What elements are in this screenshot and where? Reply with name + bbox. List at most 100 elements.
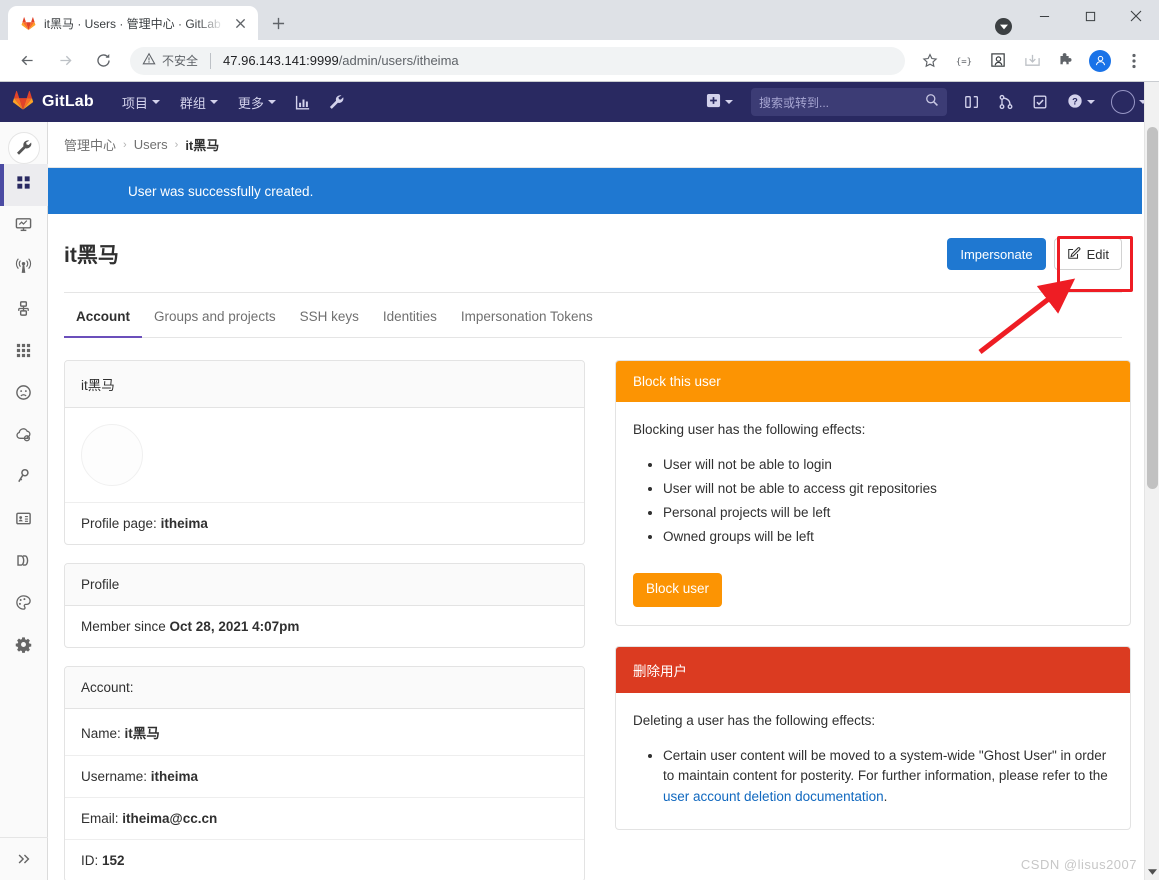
nav-item-groups[interactable]: 群组	[170, 88, 228, 116]
edit-button[interactable]: Edit	[1053, 238, 1122, 270]
breadcrumb-item-current: it黑马	[185, 138, 220, 153]
tab-search-chevron-down-icon[interactable]	[995, 18, 1012, 35]
breadcrumb-item-users[interactable]: Users	[134, 137, 168, 152]
list-item: User will not be able to login	[663, 455, 1113, 476]
admin-wrench-icon[interactable]	[322, 87, 352, 117]
scroll-down-arrow-icon[interactable]	[1148, 867, 1157, 877]
applications-grid-icon	[15, 342, 32, 364]
sidebar-item-abuse-reports[interactable]	[0, 374, 48, 416]
tab-account[interactable]: Account	[64, 295, 142, 338]
account-username-label: Username:	[81, 769, 148, 784]
block-user-panel-header: Block this user	[616, 361, 1130, 402]
issue-board-icon[interactable]	[957, 87, 987, 117]
security-label: 不安全	[162, 54, 199, 68]
user-card-profile-page-row: Profile page: itheima	[65, 503, 584, 544]
maximize-icon[interactable]	[1067, 0, 1113, 32]
profile-page-value[interactable]: itheima	[161, 516, 208, 531]
sidebar-item-appearance[interactable]	[0, 584, 48, 626]
new-tab-button[interactable]	[264, 9, 292, 37]
gitlab-favicon-icon	[20, 15, 36, 31]
account-row-id: ID: 152	[65, 840, 584, 880]
double-chevron-right-icon[interactable]	[0, 838, 48, 880]
breadcrumb-item-admin[interactable]: 管理中心	[64, 135, 116, 154]
omnibox-divider	[210, 52, 212, 69]
sidebar-item-overview[interactable]	[0, 164, 48, 206]
account-email-label: Email:	[81, 811, 119, 826]
account-username-value: itheima	[150, 769, 199, 784]
user-avatar-icon	[1111, 90, 1135, 114]
warning-triangle-icon	[142, 52, 156, 69]
three-dot-menu-icon[interactable]	[1120, 47, 1148, 75]
todo-check-icon[interactable]	[1025, 87, 1055, 117]
sidebar-item-labels[interactable]	[0, 542, 48, 584]
search-input[interactable]: 搜索或转到...	[751, 88, 947, 116]
puzzle-piece-icon[interactable]	[1052, 47, 1080, 75]
new-dropdown-button[interactable]	[696, 88, 743, 116]
chevron-down-icon	[1087, 100, 1095, 104]
user-tabs: Account Groups and projects SSH keys Ide…	[64, 295, 1122, 338]
person-search-icon[interactable]	[984, 47, 1012, 75]
account-card: Account: Name: it黑马 Username: itheima Em…	[64, 666, 585, 880]
nav-item-more[interactable]: 更多	[228, 88, 286, 116]
security-warning[interactable]: 不安全	[142, 52, 198, 69]
gitlab-logo-link[interactable]: GitLab	[12, 89, 94, 116]
activity-chart-icon[interactable]	[288, 87, 318, 117]
user-account-deletion-documentation-link[interactable]: user account deletion documentation	[663, 789, 884, 804]
braces-extension-icon[interactable]: {=}	[950, 47, 978, 75]
page-scrollbar[interactable]	[1144, 82, 1159, 880]
sidebar-item-messages[interactable]	[0, 248, 48, 290]
close-window-icon[interactable]	[1113, 0, 1159, 32]
nav-item-more-label: 更多	[237, 95, 264, 111]
browser-tab[interactable]: it黑马 · Users · 管理中心 · GitLab	[8, 6, 258, 40]
kubernetes-cloud-icon	[15, 426, 32, 448]
user-card: it黑马 Profile page: itheima	[64, 360, 585, 545]
account-id-label: ID:	[81, 853, 99, 868]
main-content: 管理中心 › Users › it黑马 User was successfull…	[48, 122, 1142, 880]
page-scrollbar-thumb[interactable]	[1147, 127, 1158, 489]
sidebar-item-system-hooks[interactable]	[0, 290, 48, 332]
address-bar[interactable]: 不安全 47.96.143.141:9999/admin/users/ithei…	[130, 46, 905, 75]
reload-icon[interactable]	[88, 46, 118, 76]
sidebar-header	[7, 122, 40, 164]
delete-effect-text-before: Certain user content will be moved to a …	[663, 747, 1108, 784]
tab-groups-and-projects[interactable]: Groups and projects	[142, 295, 288, 338]
right-column: Block this user Blocking user has the fo…	[615, 360, 1131, 880]
forward-arrow-icon[interactable]	[50, 46, 80, 76]
delete-user-effects-list: Certain user content will be moved to a …	[633, 746, 1113, 809]
sidebar-item-kubernetes[interactable]	[0, 416, 48, 458]
minimize-icon[interactable]	[1021, 0, 1067, 32]
user-avatar-placeholder-icon	[81, 424, 143, 486]
profile-avatar-icon[interactable]	[1086, 47, 1114, 75]
download-tray-icon[interactable]	[1018, 47, 1046, 75]
member-since-label: Member since	[81, 619, 166, 634]
block-user-button[interactable]: Block user	[633, 572, 723, 607]
tab-close-icon[interactable]	[232, 15, 248, 31]
list-item: Personal projects will be left	[663, 503, 1113, 524]
tab-impersonation-tokens[interactable]: Impersonation Tokens	[449, 295, 605, 338]
tab-title: it黑马 · Users · 管理中心 · GitLab	[44, 16, 221, 31]
sidebar-admin-wrench-icon[interactable]	[7, 132, 40, 164]
plus-square-icon	[706, 93, 721, 111]
window-controls	[1021, 0, 1159, 32]
sidebar-item-service-templates[interactable]	[0, 500, 48, 542]
chevron-down-icon	[209, 100, 218, 104]
tab-ssh-keys[interactable]: SSH keys	[288, 295, 371, 338]
sidebar-item-deploy-keys[interactable]	[0, 458, 48, 500]
sidebar-item-applications[interactable]	[0, 332, 48, 374]
sidebar-item-monitoring[interactable]	[0, 206, 48, 248]
user-menu-button[interactable]	[1111, 90, 1147, 114]
sidebar-item-settings[interactable]	[0, 626, 48, 668]
tab-identities[interactable]: Identities	[371, 295, 449, 338]
gitlab-fox-logo-icon	[12, 89, 34, 116]
impersonate-button[interactable]: Impersonate	[947, 238, 1046, 270]
nav-item-projects[interactable]: 项目	[112, 88, 170, 116]
merge-request-icon[interactable]	[991, 87, 1021, 117]
account-email-value[interactable]: itheima@cc.cn	[122, 811, 217, 826]
user-card-avatar-row	[65, 408, 584, 503]
breadcrumb-separator: ›	[174, 138, 179, 151]
browser-titlebar: it黑马 · Users · 管理中心 · GitLab	[0, 0, 1159, 40]
star-icon[interactable]	[916, 47, 944, 75]
nav-item-projects-label: 项目	[121, 95, 148, 111]
help-dropdown-button[interactable]: ?	[1057, 88, 1105, 116]
back-arrow-icon[interactable]	[12, 46, 42, 76]
